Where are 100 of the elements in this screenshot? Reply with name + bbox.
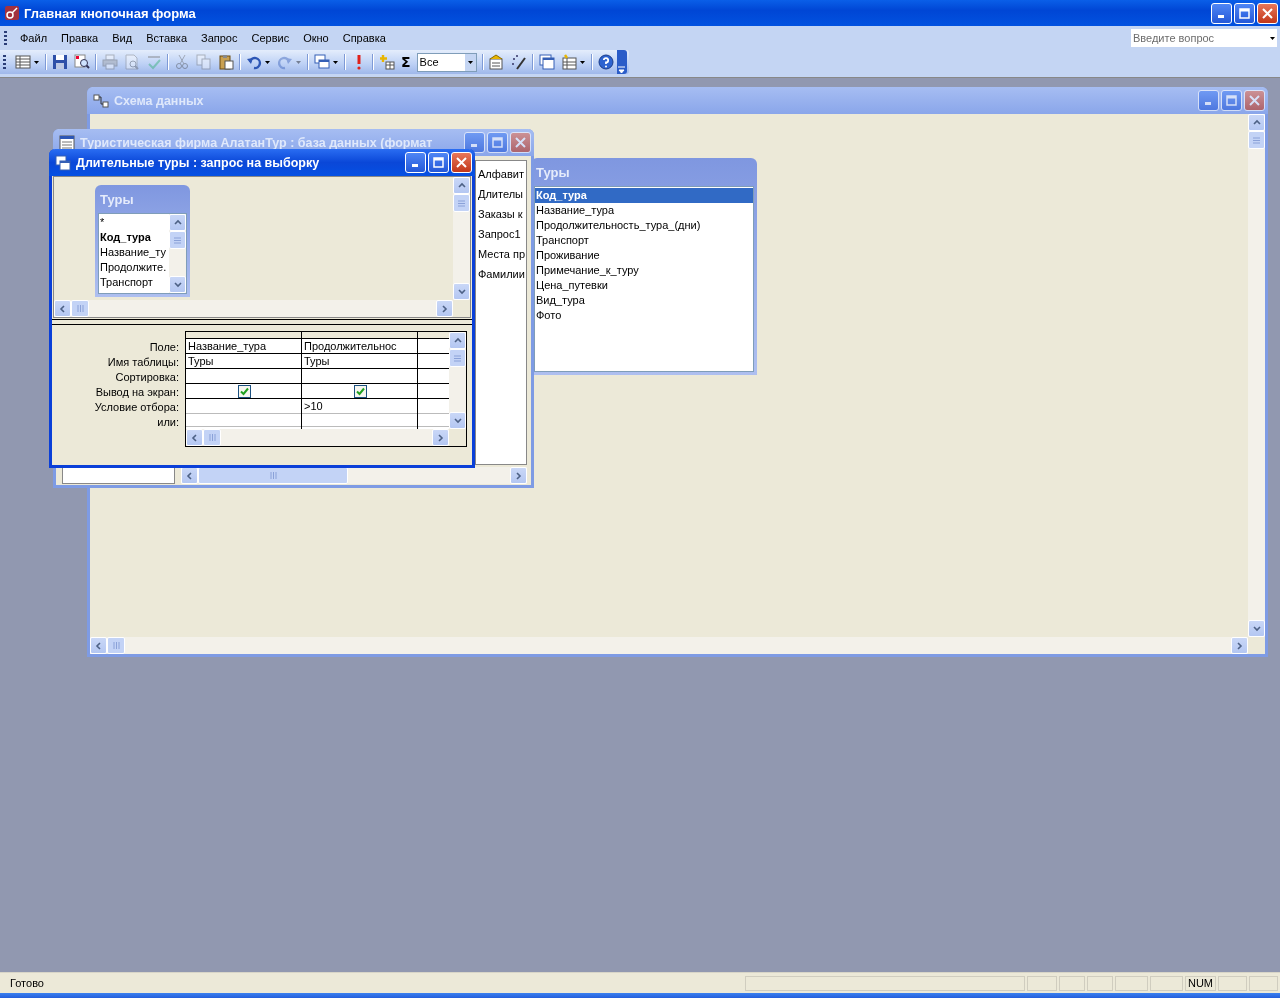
scroll-thumb[interactable] [107, 637, 125, 654]
scrollbar[interactable] [90, 637, 1248, 654]
field-item[interactable]: Транспорт [99, 275, 169, 290]
field-item[interactable]: Фото [535, 308, 753, 323]
field-item[interactable]: Цена_путевки [535, 278, 753, 293]
scroll-right-button[interactable] [432, 429, 449, 446]
field-item[interactable]: Вид_тура [535, 293, 753, 308]
scroll-right-button[interactable] [510, 467, 527, 484]
field-item[interactable]: Код_тура [99, 230, 169, 245]
arrow-left-icon[interactable] [185, 471, 194, 480]
column-selector[interactable] [418, 332, 449, 339]
grip-icon[interactable] [458, 199, 465, 207]
grid-cell[interactable]: Название_тура [186, 339, 301, 354]
arrow-right-icon[interactable] [1235, 641, 1244, 650]
scrollbar[interactable] [453, 177, 470, 300]
grip-icon[interactable] [208, 434, 216, 441]
object-item[interactable]: Запрос1 [476, 227, 526, 242]
scroll-thumb[interactable] [71, 300, 89, 317]
help-icon[interactable] [597, 54, 614, 70]
object-item[interactable]: Фамилии [476, 267, 526, 282]
undo-arrow-icon[interactable] [246, 54, 262, 70]
menu-item[interactable]: Запрос [194, 30, 245, 46]
arrow-left-icon[interactable] [190, 433, 199, 442]
minimize-button[interactable] [405, 152, 426, 173]
scroll-up-button[interactable] [449, 332, 466, 349]
field-item[interactable]: Продолжите. [99, 260, 169, 275]
grip-icon[interactable] [76, 305, 84, 312]
arrow-down-icon[interactable] [173, 280, 182, 289]
caret-icon[interactable] [33, 58, 40, 66]
grip-icon[interactable] [454, 354, 461, 362]
minimize-button[interactable] [464, 132, 485, 153]
magic-wand-icon[interactable] [510, 54, 527, 70]
scroll-down-button[interactable] [453, 283, 470, 300]
maximize-icon[interactable] [1239, 7, 1250, 19]
arrow-right-icon[interactable] [440, 304, 449, 313]
table-plus-icon[interactable] [379, 54, 395, 70]
field-item[interactable]: Примечание_к_туру [535, 263, 753, 278]
scroll-left-button[interactable] [186, 429, 203, 446]
arrow-right-icon[interactable] [514, 471, 523, 480]
scroll-down-button[interactable] [1248, 620, 1265, 637]
caret-icon[interactable] [332, 58, 339, 66]
grid-cell[interactable]: Продолжительнос [302, 339, 417, 354]
totals-button[interactable]: Σ [401, 54, 411, 70]
caret-icon[interactable] [264, 58, 271, 66]
scroll-thumb[interactable] [203, 429, 221, 446]
scroll-right-button[interactable] [1231, 637, 1248, 654]
grip-icon[interactable] [174, 236, 181, 244]
arrow-up-icon[interactable] [173, 218, 182, 227]
close-button[interactable] [510, 132, 531, 153]
magnifier-icon[interactable] [74, 54, 90, 70]
scroll-right-button[interactable] [436, 300, 453, 317]
checkbox[interactable] [354, 384, 367, 398]
maximize-button[interactable] [428, 152, 449, 173]
column-selector[interactable] [186, 332, 301, 339]
menu-item[interactable]: Сервис [244, 30, 297, 46]
arrow-up-icon[interactable] [457, 181, 466, 190]
grid-cell[interactable]: Туры [186, 354, 301, 369]
maximize-icon[interactable] [433, 157, 444, 168]
grip-icon[interactable] [269, 472, 277, 479]
scrollbar[interactable] [181, 467, 527, 484]
toolbar-options-icon[interactable] [618, 66, 626, 74]
close-button[interactable] [1257, 2, 1278, 24]
clipboard-icon[interactable] [218, 54, 234, 70]
object-item[interactable]: Алфавит [476, 167, 526, 182]
arrow-left-icon[interactable] [94, 641, 103, 650]
arrow-left-icon[interactable] [58, 304, 67, 313]
checkbox[interactable] [238, 384, 251, 398]
maximize-button[interactable] [1221, 90, 1242, 111]
arrow-up-icon[interactable] [1252, 118, 1261, 127]
scroll-left-button[interactable] [90, 637, 107, 654]
arrow-down-icon[interactable] [453, 416, 462, 425]
menu-item[interactable]: Правка [54, 30, 106, 46]
column-selector[interactable] [302, 332, 417, 339]
scroll-left-button[interactable] [54, 300, 71, 317]
help-search-box[interactable]: Введите вопрос [1130, 28, 1278, 48]
maximize-icon[interactable] [1226, 95, 1237, 106]
properties-icon[interactable] [488, 54, 505, 70]
scroll-thumb[interactable] [453, 194, 470, 212]
maximize-button[interactable] [487, 132, 508, 153]
arrow-right-icon[interactable] [436, 433, 445, 442]
close-icon[interactable] [515, 137, 526, 148]
grip-icon[interactable] [112, 642, 120, 649]
minimize-button[interactable] [1198, 90, 1219, 111]
grid-cell[interactable]: Туры [302, 354, 417, 369]
close-button[interactable] [451, 152, 472, 173]
scroll-thumb[interactable] [449, 349, 466, 367]
menu-item[interactable]: Справка [335, 30, 393, 46]
grid-cell[interactable] [186, 384, 301, 399]
field-item[interactable]: Название_ту [99, 245, 169, 260]
scrollbar[interactable] [449, 332, 466, 429]
maximize-icon[interactable] [492, 137, 503, 148]
field-item[interactable]: * [99, 215, 169, 230]
close-button[interactable] [1244, 90, 1265, 111]
pane-splitter[interactable] [52, 319, 472, 325]
caret-icon[interactable] [466, 58, 474, 66]
close-icon[interactable] [456, 157, 467, 168]
scrollbar[interactable] [54, 300, 453, 317]
stacked-windows-icon[interactable] [314, 54, 330, 70]
database-window-icon[interactable] [538, 54, 555, 70]
new-object-icon[interactable] [560, 54, 577, 70]
